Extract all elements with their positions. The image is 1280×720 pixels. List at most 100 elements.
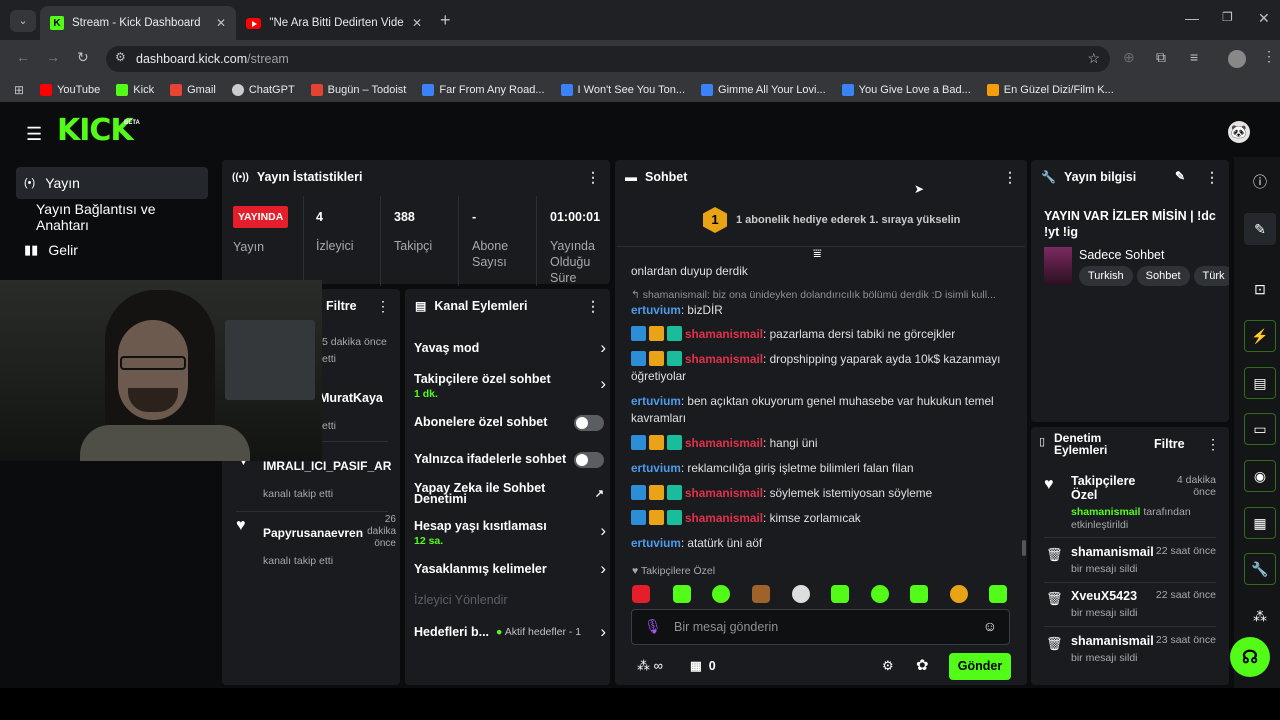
support-headset-icon[interactable]: ☊	[1230, 637, 1270, 677]
emote-laugh-icon[interactable]	[831, 585, 849, 603]
emote-smile-icon[interactable]	[712, 585, 730, 603]
window-close-icon[interactable]: ✕	[1258, 10, 1270, 27]
chat-username[interactable]: shamanismail	[685, 486, 763, 500]
emote-crown-icon[interactable]	[950, 585, 968, 603]
site-info-icon[interactable]: ⚙	[115, 50, 126, 64]
edit-pencil-icon[interactable]: ✎	[1244, 213, 1276, 245]
address-bar[interactable]: ⚙ dashboard.kick.com/stream ☆	[106, 46, 1110, 72]
kebab-menu-icon[interactable]: ⋮	[1003, 169, 1017, 186]
broadcast-icon[interactable]: ◉	[1244, 460, 1276, 492]
emoji-picker-icon[interactable]: ☺	[983, 618, 997, 634]
bookmark-todoist[interactable]: Bugün – Todoist	[310, 84, 406, 96]
bookmark-films[interactable]: En Güzel Dizi/Film K...	[986, 84, 1114, 96]
chat-icon[interactable]: ▭	[1244, 413, 1276, 445]
emote-cool-icon[interactable]	[871, 585, 889, 603]
tab-kick-dashboard[interactable]: K Stream - Kick Dashboard ✕	[40, 6, 236, 40]
kebab-menu-icon[interactable]: ⋮	[1206, 436, 1220, 453]
goals-row[interactable]: Hedefleri b... ● Aktif hedefler - 1 ›	[414, 622, 606, 645]
account-age-row[interactable]: Hesap yaşı kısıtlaması 12 sa. ›	[414, 519, 606, 549]
chat-username[interactable]: ertuvium	[631, 394, 681, 408]
document-icon[interactable]: ▤	[1244, 367, 1276, 399]
bookmark-youtube[interactable]: YouTube	[40, 84, 100, 96]
chat-input[interactable]: 🎙 Bir mesaj gönderin ☺	[631, 609, 1010, 645]
bookmark-kick[interactable]: Kick	[116, 84, 154, 96]
close-tab-icon[interactable]: ✕	[412, 16, 422, 30]
chat-username[interactable]: shamanismail	[685, 511, 763, 525]
bookmark-gmail[interactable]: Gmail	[170, 84, 216, 96]
browser-menu-icon[interactable]: ⋮	[1262, 48, 1276, 65]
bookmark-song-1[interactable]: Far From Any Road...	[422, 84, 545, 96]
sidebar-item-revenue[interactable]: ▮▮ Gelir	[16, 234, 208, 266]
new-tab-icon[interactable]: +	[440, 10, 451, 31]
info-icon[interactable]: ⓘ	[1244, 166, 1276, 198]
maximize-icon[interactable]: ❐	[1222, 10, 1233, 24]
bookmark-chatgpt[interactable]: ChatGPT	[231, 84, 295, 96]
minimize-icon[interactable]: —	[1185, 10, 1199, 26]
activity-name[interactable]: Papyrusanaevren	[263, 526, 363, 540]
reload-icon[interactable]: ↻	[77, 49, 89, 66]
emote-thumb-icon[interactable]	[910, 585, 928, 603]
emote-wink-icon[interactable]	[989, 585, 1007, 603]
apps-grid-icon[interactable]: ⊞	[14, 83, 24, 97]
chat-username[interactable]: ertuvium	[631, 461, 681, 475]
filter-button[interactable]: Filtre	[326, 299, 357, 313]
emote-frog-icon[interactable]	[673, 585, 691, 603]
media-controls-icon[interactable]: ≡	[1190, 49, 1198, 65]
user-avatar-panda-icon[interactable]: 🐼	[1228, 121, 1250, 143]
back-icon[interactable]: ←	[16, 49, 30, 65]
pinned-toggle-icon[interactable]: ⩸	[813, 245, 822, 262]
chat-scrollbar[interactable]	[1022, 540, 1026, 556]
followers-only-row[interactable]: Takipçilere özel sohbet 1 dk. ›	[414, 372, 606, 402]
edit-pencil-icon[interactable]: ✎	[1175, 169, 1185, 183]
bookmark-star-icon[interactable]: ☆	[1087, 50, 1100, 67]
category-thumbnail[interactable]	[1044, 247, 1072, 285]
forward-icon[interactable]: →	[46, 49, 60, 65]
kebab-menu-icon[interactable]: ⋮	[586, 298, 600, 315]
emote-skull-icon[interactable]	[792, 585, 810, 603]
stash-balance[interactable]: ▦ 0	[690, 658, 716, 673]
extensions-puzzle-icon[interactable]: ⧉	[1156, 49, 1166, 66]
layout-icon[interactable]: ▦	[1244, 507, 1276, 539]
kebab-menu-icon[interactable]: ⋮	[586, 169, 600, 186]
bookmark-song-4[interactable]: You Give Love a Bad...	[841, 84, 971, 96]
sidebar-item-stream-key[interactable]: Yayın Bağlantısı ve Anahtarı	[16, 201, 208, 233]
add-widget-icon[interactable]: ⁂	[1244, 600, 1276, 632]
chat-username[interactable]: ertuvium	[631, 536, 681, 550]
chat-username[interactable]: shamanismail	[685, 436, 763, 450]
activity-name[interactable]: sMuratKaya	[312, 391, 383, 405]
tag[interactable]: Sohbet	[1136, 266, 1190, 286]
activity-name[interactable]: IMRALI_ICI_PASIF_ARA	[263, 459, 391, 473]
send-button[interactable]: Gönder	[949, 653, 1011, 680]
microphone-icon[interactable]: 🎙	[644, 618, 662, 635]
emote-box-icon[interactable]	[752, 585, 770, 603]
chat-settings-gear-icon[interactable]: ⚙	[882, 658, 894, 674]
tab-search-icon[interactable]: ⌄	[10, 10, 36, 32]
filter-button[interactable]: Filtre	[1154, 437, 1185, 451]
tag[interactable]: Turkish	[1079, 266, 1133, 286]
category-name[interactable]: Sadece Sohbet	[1079, 248, 1165, 262]
sidebar-item-stream[interactable]: (•) Yayın	[16, 167, 208, 199]
lightning-icon[interactable]: ⚡	[1244, 320, 1276, 352]
kick-logo[interactable]: KICK	[57, 113, 134, 148]
profile-avatar[interactable]	[1228, 50, 1246, 68]
hamburger-menu-icon[interactable]: ☰	[26, 124, 42, 145]
kebab-menu-icon[interactable]: ⋮	[1205, 169, 1219, 186]
slow-mode-row[interactable]: Yavaş mod ›	[414, 338, 606, 361]
emote-picker-icon[interactable]: ✿	[916, 656, 929, 674]
tag[interactable]: Türk	[1193, 266, 1229, 286]
kebab-menu-icon[interactable]: ⋮	[376, 298, 390, 315]
chat-username[interactable]: shamanismail	[685, 327, 763, 341]
emotes-only-toggle[interactable]	[574, 452, 604, 468]
mod-action-user[interactable]: shamanismail	[1071, 506, 1140, 518]
bookmark-song-2[interactable]: I Won't See You Ton...	[560, 84, 685, 96]
extension-icon[interactable]: ⊕	[1123, 49, 1135, 66]
chat-username[interactable]: ertuvium	[631, 303, 681, 317]
ai-moderation-row[interactable]: Yapay Zeka ile Sohbet Denetimi ↗	[414, 482, 604, 511]
close-tab-icon[interactable]: ✕	[216, 16, 226, 30]
banned-words-row[interactable]: Yasaklanmış kelimeler ›	[414, 559, 606, 582]
gift-leaderboard-text[interactable]: 1 abonelik hediye ederek 1. sıraya yükse…	[736, 214, 960, 226]
wrench-icon[interactable]: 🔧	[1244, 553, 1276, 585]
screenshot-icon[interactable]: ⊡	[1244, 273, 1276, 305]
kicks-balance[interactable]: ⁂ ∞	[637, 658, 663, 674]
bookmark-song-3[interactable]: Gimme All Your Lovi...	[701, 84, 826, 96]
